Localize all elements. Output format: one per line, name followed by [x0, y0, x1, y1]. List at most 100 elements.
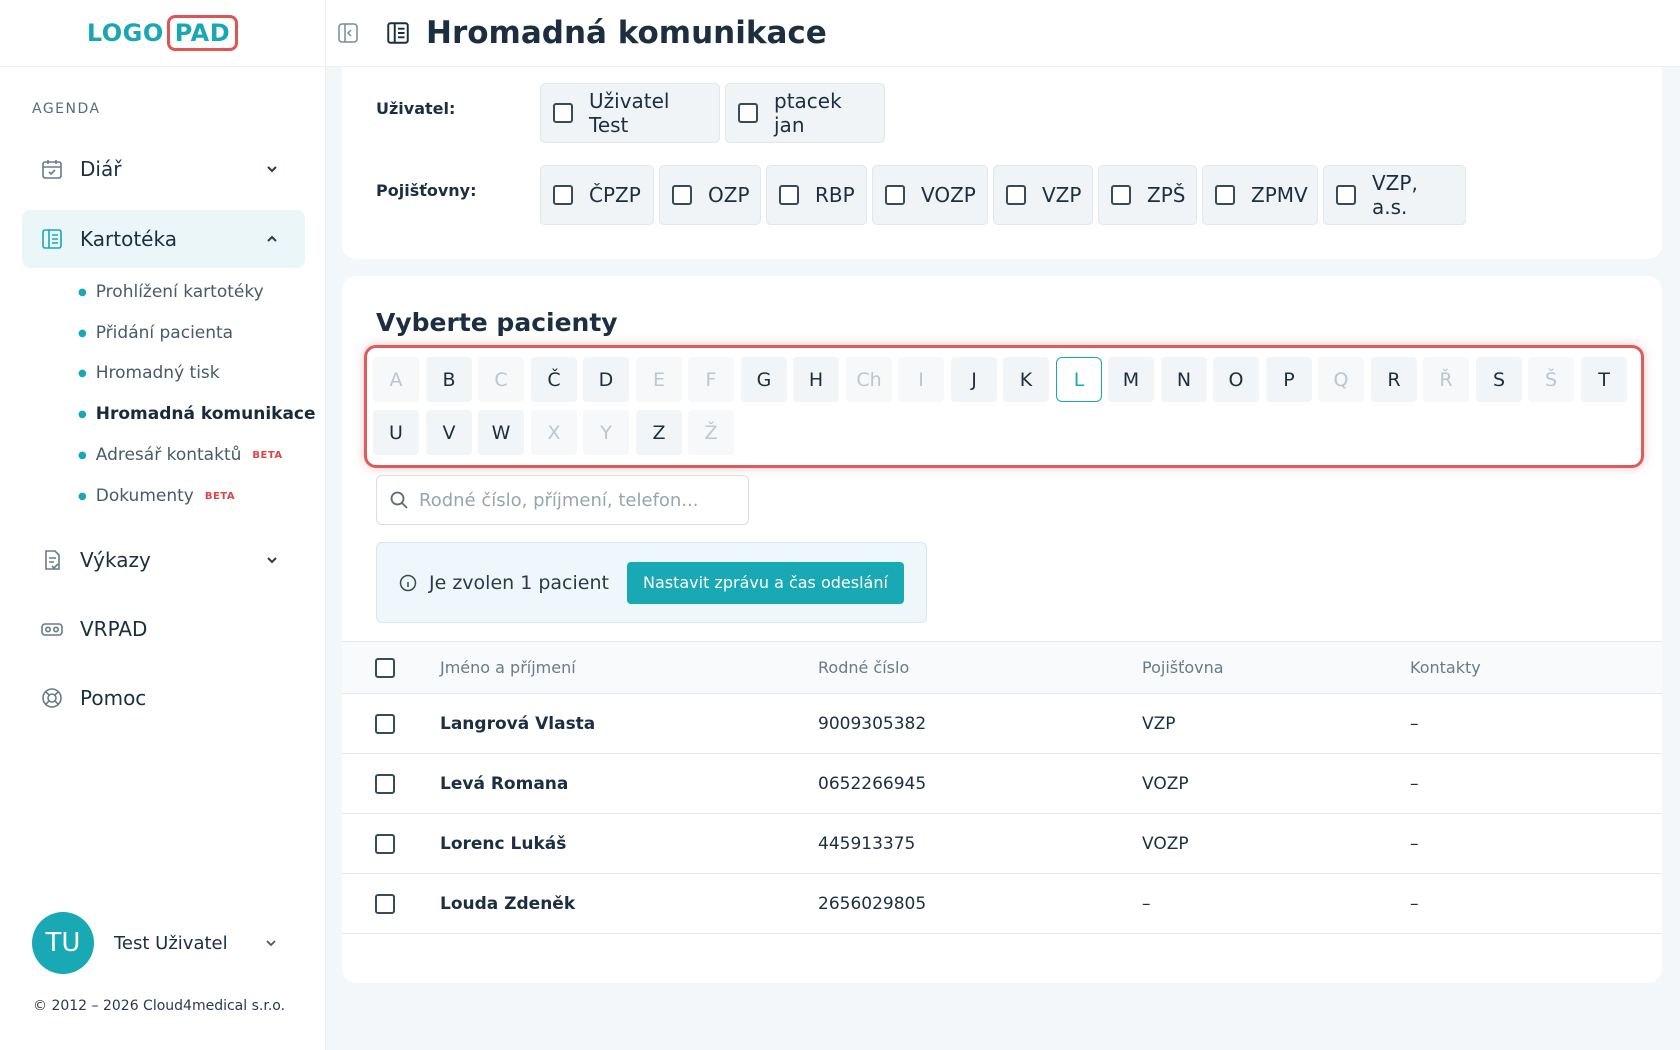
checkbox[interactable] [1006, 185, 1026, 205]
insurer-checkbox[interactable]: VOZP [872, 165, 988, 225]
letter-button[interactable]: G [741, 357, 787, 402]
section-title: Vyberte pacienty [376, 308, 618, 337]
user-menu[interactable]: TU Test Uživatel [32, 912, 276, 974]
sidebar-subitem-dokumenty[interactable]: ● Dokumenty BETA [78, 486, 235, 506]
patient-insurer: – [1142, 893, 1151, 914]
card-file-icon [384, 19, 412, 47]
letter-button[interactable]: E [636, 357, 682, 402]
row-checkbox[interactable] [375, 773, 395, 794]
letter-button[interactable]: C [478, 357, 524, 402]
letter-button[interactable]: Y [583, 410, 629, 455]
sidebar-subitem-komunikace[interactable]: ● Hromadná komunikace [78, 404, 316, 424]
letter-button[interactable]: F [688, 357, 734, 402]
chevron-up-icon [263, 230, 281, 248]
letter-button-selected[interactable]: L [1056, 357, 1102, 402]
row-checkbox[interactable] [375, 893, 395, 914]
letter-button[interactable]: Ch [846, 357, 892, 402]
letter-button[interactable]: T [1581, 357, 1627, 402]
sidebar-subitem-adresar[interactable]: ● Adresář kontaktů BETA [78, 445, 283, 465]
checkbox[interactable] [672, 185, 692, 205]
insurer-checkbox[interactable]: RBP [766, 165, 867, 225]
users-label: Uživatel: [376, 99, 456, 118]
letter-button[interactable]: A [373, 357, 419, 402]
report-icon [40, 548, 64, 572]
letter-button[interactable]: Q [1318, 357, 1364, 402]
insurer-checkbox[interactable]: ZPŠ [1098, 165, 1197, 225]
letter-button[interactable]: P [1266, 357, 1312, 402]
table-row[interactable]: Lorenc Lukáš 445913375 VOZP – [342, 814, 1662, 874]
letter-button[interactable]: Ř [1423, 357, 1469, 402]
letter-button[interactable]: I [898, 357, 944, 402]
letter-button[interactable]: J [951, 357, 997, 402]
sidebar-item-vykazy[interactable]: Výkazy [22, 531, 305, 589]
checkbox[interactable] [738, 103, 758, 123]
letter-button[interactable]: O [1213, 357, 1259, 402]
checkbox[interactable] [1336, 185, 1356, 205]
column-header[interactable]: Jméno a příjmení [440, 642, 818, 694]
letter-button[interactable]: W [478, 410, 524, 455]
table-row[interactable]: Levá Romana 0652266945 VOZP – [342, 754, 1662, 814]
row-checkbox[interactable] [375, 833, 395, 854]
letter-button[interactable]: R [1371, 357, 1417, 402]
insurer-checkbox[interactable]: ČPZP [540, 165, 654, 225]
insurer-checkbox[interactable]: VZP, a.s. [1323, 165, 1466, 225]
letter-button[interactable]: Š [1528, 357, 1574, 402]
column-header[interactable]: Kontakty [1410, 642, 1662, 694]
letter-button[interactable]: U [373, 410, 419, 455]
calendar-icon [40, 157, 64, 181]
insurer-checkbox[interactable]: ZPMV [1202, 165, 1318, 225]
sidebar-item-kartoteka[interactable]: Kartotéka [22, 210, 305, 268]
letter-button[interactable]: M [1108, 357, 1154, 402]
letter-button[interactable]: D [583, 357, 629, 402]
column-header[interactable]: Rodné číslo [818, 642, 1142, 694]
insurer-checkbox[interactable]: VZP [993, 165, 1093, 225]
checkbox[interactable] [553, 103, 573, 123]
sidebar-item-vrpad[interactable]: VRPAD [22, 600, 305, 658]
beta-badge: BETA [252, 449, 283, 461]
column-header[interactable]: Pojišťovna [1142, 642, 1410, 694]
user-checkbox[interactable]: Uživatel Test [540, 83, 720, 143]
patient-insurer: VZP [1142, 713, 1176, 734]
table-row[interactable]: Louda Zdeněk 2656029805 – – [342, 874, 1662, 934]
select-all-checkbox[interactable] [375, 657, 395, 678]
letter-button[interactable]: K [1003, 357, 1049, 402]
letter-button[interactable]: S [1476, 357, 1522, 402]
insurer-checkbox[interactable]: OZP [659, 165, 761, 225]
letter-button[interactable]: H [793, 357, 839, 402]
checkbox[interactable] [553, 185, 573, 205]
patient-rc: 2656029805 [818, 893, 927, 914]
search-input[interactable] [419, 489, 739, 511]
sidebar-item-diar[interactable]: Diář [22, 140, 305, 198]
row-checkbox[interactable] [375, 713, 395, 734]
letter-button[interactable]: B [426, 357, 472, 402]
patient-rc: 445913375 [818, 833, 916, 854]
set-message-button[interactable]: Nastavit zprávu a čas odeslání [626, 561, 904, 604]
sidebar-subitem-pridani[interactable]: ● Přidání pacienta [78, 323, 233, 343]
patient-search[interactable] [376, 475, 749, 525]
user-checkbox[interactable]: ptacek jan [725, 83, 885, 143]
table-header-row: Jméno a příjmení Rodné číslo Pojišťovna … [342, 641, 1662, 694]
sidebar-item-pomoc[interactable]: Pomoc [22, 669, 305, 727]
letter-button[interactable]: N [1161, 357, 1207, 402]
letter-button[interactable]: Č [531, 357, 577, 402]
letter-button[interactable]: Z [636, 410, 682, 455]
selection-count-text: Je zvolen 1 pacient [429, 571, 609, 594]
letter-button[interactable]: V [426, 410, 472, 455]
checkbox[interactable] [1111, 185, 1131, 205]
sidebar-subitem-tisk[interactable]: ● Hromadný tisk [78, 363, 220, 383]
logo[interactable]: LOGO PAD [87, 15, 239, 51]
selection-info: Je zvolen 1 pacient Nastavit zprávu a ča… [376, 542, 927, 623]
letter-button[interactable]: X [531, 410, 577, 455]
letter-button[interactable]: Ž [688, 410, 734, 455]
copyright: © 2012 – 2026 Cloud4medical s.r.o. [33, 998, 286, 1014]
beta-badge: BETA [204, 490, 236, 502]
sidebar-subitem-prohlizeni[interactable]: ● Prohlížení kartotéky [78, 282, 264, 302]
sidebar-collapse-icon[interactable] [336, 21, 360, 45]
user-name: Test Uživatel [114, 932, 228, 954]
chevron-down-icon [263, 551, 281, 569]
checkbox[interactable] [885, 185, 905, 205]
vr-headset-icon [40, 617, 64, 641]
table-row[interactable]: Langrová Vlasta 9009305382 VZP – [342, 694, 1662, 754]
checkbox[interactable] [779, 185, 799, 205]
checkbox[interactable] [1215, 185, 1235, 205]
